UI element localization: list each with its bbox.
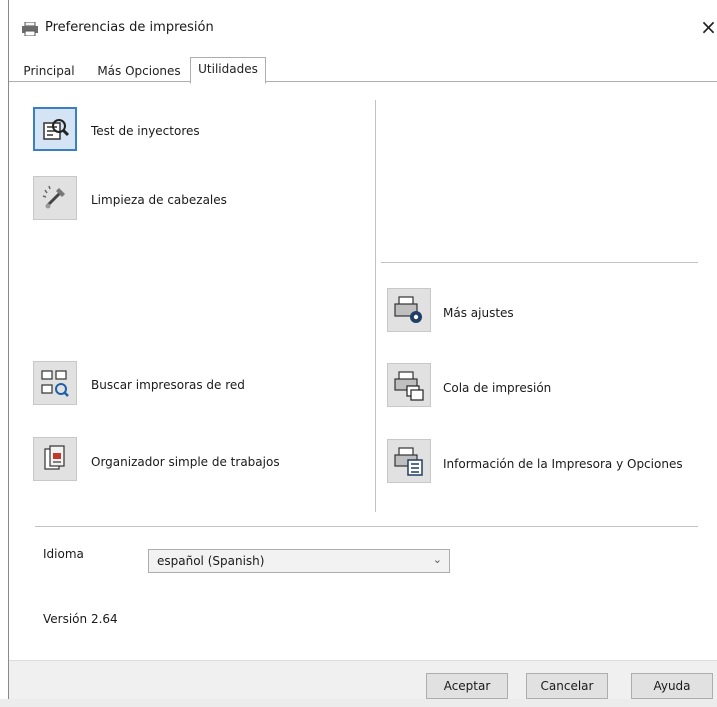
tab-principal[interactable]: Principal <box>13 61 85 81</box>
job-arranger-label[interactable]: Organizador simple de trabajos <box>91 455 280 469</box>
bottom-divider <box>35 526 698 527</box>
tab-mas-opciones[interactable]: Más Opciones <box>89 61 189 81</box>
print-queue-button[interactable] <box>387 363 431 407</box>
right-column-divider <box>381 262 698 263</box>
printer-icon <box>22 22 38 36</box>
ok-button[interactable]: Aceptar <box>426 673 508 699</box>
head-cleaning-icon <box>42 185 65 209</box>
language-select[interactable]: español (Spanish) ⌄ <box>148 549 450 573</box>
nozzle-check-icon <box>43 119 70 140</box>
printer-info-label[interactable]: Información de la Impresora y Opciones <box>443 457 683 471</box>
nozzle-check-button[interactable] <box>33 107 77 151</box>
window-shadow <box>0 699 717 707</box>
head-cleaning-button[interactable] <box>33 176 77 220</box>
window-title: Preferencias de impresión <box>45 20 214 35</box>
find-network-printers-button[interactable] <box>33 361 77 405</box>
close-button[interactable]: × <box>699 14 717 40</box>
nozzle-check-label[interactable]: Test de inyectores <box>91 124 200 138</box>
help-button[interactable]: Ayuda <box>631 673 713 699</box>
print-queue-icon <box>394 371 424 401</box>
print-queue-label[interactable]: Cola de impresión <box>443 381 551 395</box>
tab-utilidades[interactable]: Utilidades <box>190 57 266 84</box>
dialog-footer: Aceptar Cancelar Ayuda <box>9 660 717 700</box>
printer-info-button[interactable] <box>387 439 431 483</box>
tab-divider <box>9 81 717 82</box>
cancel-button[interactable]: Cancelar <box>526 673 608 699</box>
head-cleaning-label[interactable]: Limpieza de cabezales <box>91 193 227 207</box>
more-settings-label[interactable]: Más ajustes <box>443 306 514 320</box>
column-divider <box>375 100 376 512</box>
language-selected-value: español (Spanish) <box>157 554 265 568</box>
version-text: Versión 2.64 <box>43 612 118 626</box>
job-arranger-icon <box>44 445 65 470</box>
network-printers-icon <box>41 370 69 397</box>
chevron-down-icon: ⌄ <box>432 553 442 566</box>
job-arranger-button[interactable] <box>33 437 77 481</box>
print-preferences-dialog: Preferencias de impresión × Principal Má… <box>8 0 717 700</box>
title-bar: Preferencias de impresión × <box>9 0 717 55</box>
tab-strip: Principal Más Opciones Utilidades <box>9 55 717 84</box>
more-settings-button[interactable] <box>387 288 431 332</box>
language-label: Idioma <box>43 547 84 561</box>
printer-settings-icon <box>394 296 422 323</box>
find-network-printers-label[interactable]: Buscar impresoras de red <box>91 378 245 392</box>
printer-info-icon <box>394 447 423 476</box>
